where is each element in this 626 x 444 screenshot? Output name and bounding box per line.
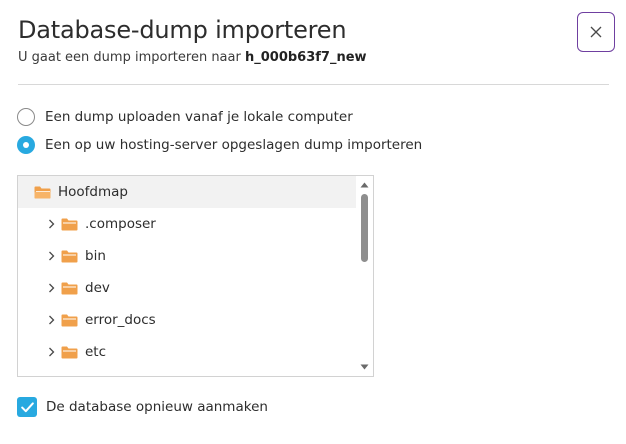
chevron-right-icon[interactable] — [47, 315, 55, 325]
tree-item-etc[interactable]: etc — [18, 336, 357, 368]
recreate-database-checkbox[interactable] — [17, 397, 37, 417]
folder-open-icon — [34, 186, 51, 198]
radio-option-server-dump[interactable]: Een op uw hosting-server opgeslagen dump… — [17, 136, 422, 154]
folder-tree: Hoofdmap .composer bin dev error_docs et… — [17, 175, 374, 377]
scroll-up-arrow-icon[interactable] — [356, 178, 373, 192]
folder-icon — [61, 346, 78, 358]
tree-item-label: dev — [85, 280, 110, 296]
close-button[interactable] — [577, 12, 615, 52]
tree-item-composer[interactable]: .composer — [18, 208, 357, 240]
folder-icon — [61, 314, 78, 326]
recreate-database-label: De database opnieuw aanmaken — [46, 399, 268, 415]
database-name: h_000b63f7_new — [244, 50, 367, 65]
tree-item-label: error_docs — [85, 312, 156, 328]
folder-icon — [61, 250, 78, 262]
tree-item-label: etc — [85, 344, 107, 360]
folder-tree-list: Hoofdmap .composer bin dev error_docs et… — [18, 176, 357, 368]
chevron-right-icon[interactable] — [47, 283, 55, 293]
chevron-right-icon[interactable] — [47, 347, 55, 357]
tree-item-bin[interactable]: bin — [18, 240, 357, 272]
tree-item-error-docs[interactable]: error_docs — [18, 304, 357, 336]
tree-item-label: .composer — [85, 216, 156, 232]
tree-root-label: Hoofdmap — [58, 184, 128, 200]
tree-scrollbar[interactable] — [356, 176, 373, 376]
dialog-title: Database-dump importeren — [18, 16, 347, 44]
radio-upload-local[interactable] — [17, 108, 35, 126]
import-dump-dialog: Database-dump importeren U gaat een dump… — [0, 0, 626, 444]
chevron-right-icon[interactable] — [47, 251, 55, 261]
recreate-database-option[interactable]: De database opnieuw aanmaken — [17, 397, 268, 417]
folder-icon — [61, 218, 78, 230]
dialog-subtitle: U gaat een dump importeren naar h_000b63… — [18, 50, 367, 65]
checkmark-icon — [20, 401, 34, 412]
subtitle-text: U gaat een dump importeren naar — [18, 50, 241, 65]
tree-item-label: bin — [85, 248, 106, 264]
header-divider — [18, 84, 609, 85]
close-icon — [590, 26, 602, 38]
radio-label-upload-local: Een dump uploaden vanaf je lokale comput… — [45, 109, 353, 125]
folder-icon — [61, 282, 78, 294]
radio-option-upload-local[interactable]: Een dump uploaden vanaf je lokale comput… — [17, 108, 353, 126]
radio-server-dump[interactable] — [17, 136, 35, 154]
scrollbar-thumb[interactable] — [361, 194, 368, 262]
tree-root-folder[interactable]: Hoofdmap — [18, 176, 357, 208]
chevron-right-icon[interactable] — [47, 219, 55, 229]
scroll-down-arrow-icon[interactable] — [356, 360, 373, 374]
tree-item-dev[interactable]: dev — [18, 272, 357, 304]
radio-label-server-dump: Een op uw hosting-server opgeslagen dump… — [45, 137, 423, 153]
